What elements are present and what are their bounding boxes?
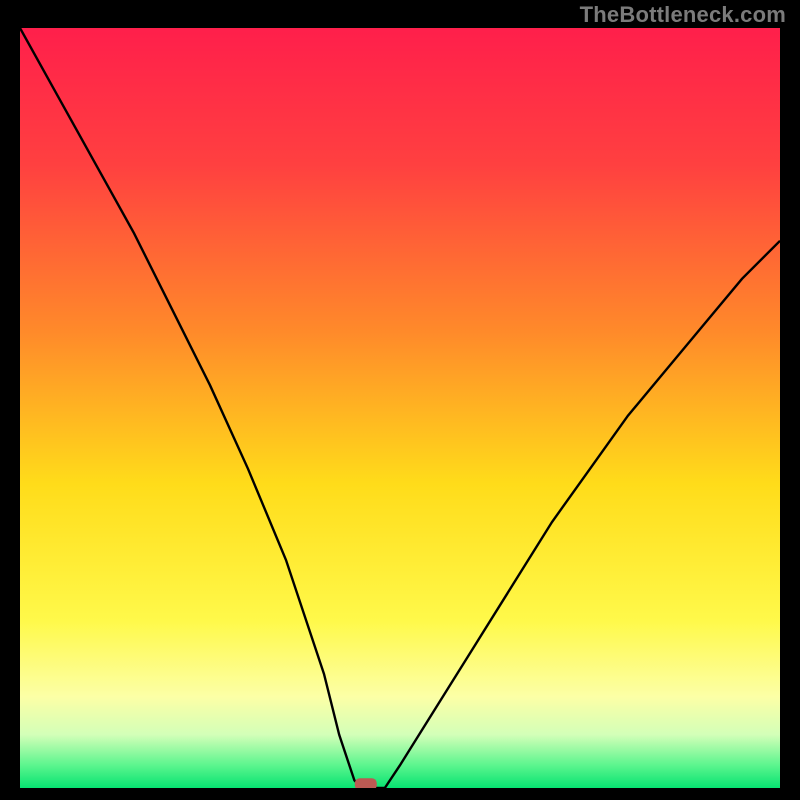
- bottleneck-chart: [20, 28, 780, 788]
- watermark-text: TheBottleneck.com: [580, 2, 786, 28]
- plot-background: [20, 28, 780, 788]
- optimal-marker: [355, 778, 377, 788]
- chart-frame: TheBottleneck.com: [0, 0, 800, 800]
